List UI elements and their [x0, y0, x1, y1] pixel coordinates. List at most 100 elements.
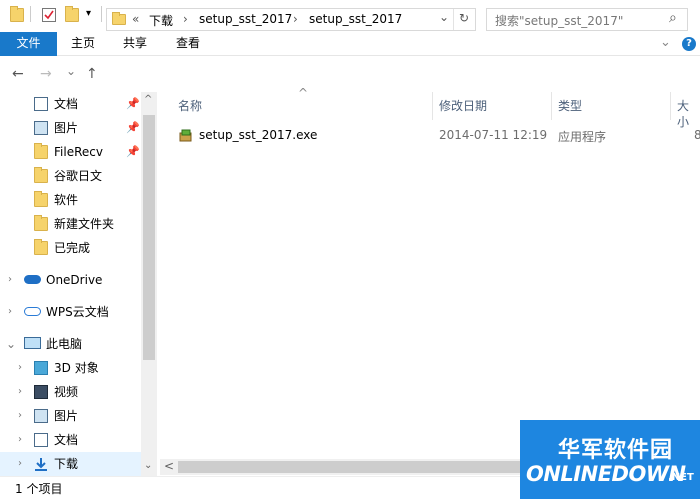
expand-icon[interactable]: › — [18, 428, 22, 452]
nav-item-label: 谷歌日文 — [54, 169, 103, 183]
folder-icon — [34, 143, 48, 159]
search-icon[interactable]: ⌕ — [669, 10, 677, 26]
table-row[interactable]: setup_sst_2017.exe 2014-07-11 12:19 应用程序… — [157, 124, 700, 146]
scroll-down-icon[interactable]: ⌄ — [144, 460, 152, 471]
up-arrow-icon[interactable]: ↑ — [86, 66, 98, 82]
nav-item-videos[interactable]: › 视频 — [0, 380, 140, 404]
column-divider[interactable] — [551, 92, 552, 120]
nav-item-label: 下载 — [54, 457, 79, 471]
file-list: ^ 名称 修改日期 类型 大小 setup_sst_2017.exe 2014-… — [157, 86, 700, 476]
nav-item-label: 视频 — [54, 385, 79, 399]
column-header-name[interactable]: 名称 — [178, 98, 202, 120]
folder-icon — [34, 167, 48, 183]
3d-objects-icon — [34, 361, 48, 375]
help-icon[interactable]: ? — [682, 37, 696, 51]
folder-icon — [112, 12, 126, 25]
nav-item-google-japanese[interactable]: 谷歌日文 — [0, 164, 140, 188]
nav-item-3d-objects[interactable]: › 3D 对象 — [0, 356, 140, 380]
scroll-left-icon[interactable]: < — [164, 459, 174, 473]
horizontal-scrollbar-thumb[interactable] — [178, 461, 520, 473]
watermark-en: ONLINEDOWN — [526, 462, 686, 486]
breadcrumb-separator[interactable]: › — [183, 12, 188, 26]
file-modified: 2014-07-11 12:19 — [439, 128, 548, 142]
expand-icon[interactable]: › — [8, 268, 12, 292]
nav-item-label: 新建文件夹 — [54, 217, 115, 231]
nav-item-onedrive[interactable]: › OneDrive — [0, 268, 140, 292]
chevron-down-icon[interactable]: ⌄ — [660, 35, 671, 50]
recent-locations-icon[interactable]: ⌄ — [66, 64, 76, 78]
file-name: setup_sst_2017.exe — [199, 128, 318, 142]
search-box[interactable]: 搜索"setup_sst_2017" ⌕ — [486, 8, 688, 31]
nav-scrollbar-thumb[interactable] — [143, 115, 155, 360]
column-divider[interactable] — [432, 92, 433, 120]
nav-item-this-pc[interactable]: ⌄ 此电脑 — [0, 332, 140, 356]
expand-icon[interactable]: › — [18, 404, 22, 428]
nav-item-label: 已完成 — [54, 241, 91, 255]
column-header-type[interactable]: 类型 — [558, 98, 582, 120]
installer-icon — [179, 129, 193, 142]
watermark-logo: 华军软件园 ONLINEDOWN .NET — [520, 420, 700, 499]
folder-icon — [34, 215, 48, 231]
nav-item-pictures[interactable]: 图片 📌 — [0, 116, 140, 140]
address-dropdown-icon[interactable]: ⌄ — [439, 10, 449, 24]
tab-file[interactable]: 文件 — [0, 32, 57, 56]
nav-item-documents-pc[interactable]: › 文档 — [0, 428, 140, 452]
tab-view[interactable]: 查看 — [163, 32, 213, 56]
nav-item-wps-cloud[interactable]: › WPS云文档 — [0, 300, 140, 324]
divider — [30, 6, 31, 22]
breadcrumb-downloads[interactable]: 下载 — [149, 12, 173, 29]
nav-item-filerecv[interactable]: FileRecv 📌 — [0, 140, 140, 164]
column-divider[interactable] — [670, 92, 671, 120]
cloud-icon — [24, 307, 41, 316]
back-arrow-icon[interactable]: ← — [12, 66, 24, 82]
scroll-up-icon[interactable]: ^ — [144, 94, 152, 105]
ribbon-tabs: 文件 主页 共享 查看 ⌄ ? — [0, 32, 700, 56]
nav-item-label: 此电脑 — [46, 337, 83, 351]
column-header-date[interactable]: 修改日期 — [439, 98, 487, 120]
nav-item-pictures-pc[interactable]: › 图片 — [0, 404, 140, 428]
video-icon — [34, 385, 48, 399]
nav-item-software[interactable]: 软件 — [0, 188, 140, 212]
item-count: 1 个项目 — [15, 482, 63, 496]
tab-share[interactable]: 共享 — [110, 32, 160, 56]
file-type: 应用程序 — [558, 130, 607, 144]
forward-arrow-icon[interactable]: → — [40, 66, 52, 82]
search-input[interactable]: 搜索"setup_sst_2017" — [495, 12, 623, 29]
expand-icon[interactable]: › — [18, 452, 22, 476]
document-icon — [34, 97, 48, 111]
nav-item-completed[interactable]: 已完成 — [0, 236, 140, 260]
expand-icon[interactable]: › — [8, 300, 12, 324]
sort-ascending-icon: ^ — [298, 86, 309, 100]
collapse-icon[interactable]: ⌄ — [6, 332, 16, 356]
properties-icon[interactable] — [42, 8, 56, 22]
nav-item-label: 图片 — [54, 121, 79, 135]
pictures-icon — [34, 409, 48, 423]
navigation-pane: 文档 📌 图片 📌 FileRecv 📌 谷歌日文 软件 新建文件夹 已完成 ›… — [0, 92, 157, 476]
nav-item-downloads[interactable]: › 下载 — [0, 452, 141, 476]
file-size: 8 — [694, 128, 700, 142]
new-folder-icon[interactable] — [65, 6, 79, 22]
expand-icon[interactable]: › — [18, 356, 22, 380]
watermark-suffix: .NET — [668, 472, 694, 483]
nav-item-label: OneDrive — [46, 273, 103, 287]
tab-home[interactable]: 主页 — [58, 32, 108, 56]
refresh-icon[interactable]: ↻ — [459, 11, 469, 25]
column-header-size[interactable]: 大小 — [677, 98, 700, 129]
pin-icon: 📌 — [126, 145, 140, 158]
expand-icon[interactable]: › — [18, 380, 22, 404]
folder-icon — [34, 191, 48, 207]
pictures-icon — [34, 121, 48, 135]
nav-item-label: WPS云文档 — [46, 305, 109, 319]
path-overflow[interactable]: « — [132, 12, 139, 26]
nav-item-label: FileRecv — [54, 145, 103, 159]
nav-item-new-folder[interactable]: 新建文件夹 — [0, 212, 140, 236]
breadcrumb-separator[interactable]: › — [293, 12, 298, 26]
nav-item-documents[interactable]: 文档 📌 — [0, 92, 140, 116]
breadcrumb-current[interactable]: setup_sst_2017 — [309, 12, 402, 26]
breadcrumb-folder[interactable]: setup_sst_2017 — [199, 12, 292, 26]
watermark-cn: 华军软件园 — [558, 438, 674, 463]
folder-icon — [34, 239, 48, 255]
customize-toolbar-icon[interactable]: ▾ — [86, 8, 91, 19]
address-bar[interactable]: « 下载 › setup_sst_2017 › setup_sst_2017 ⌄… — [106, 8, 476, 31]
nav-item-label: 3D 对象 — [54, 361, 99, 375]
